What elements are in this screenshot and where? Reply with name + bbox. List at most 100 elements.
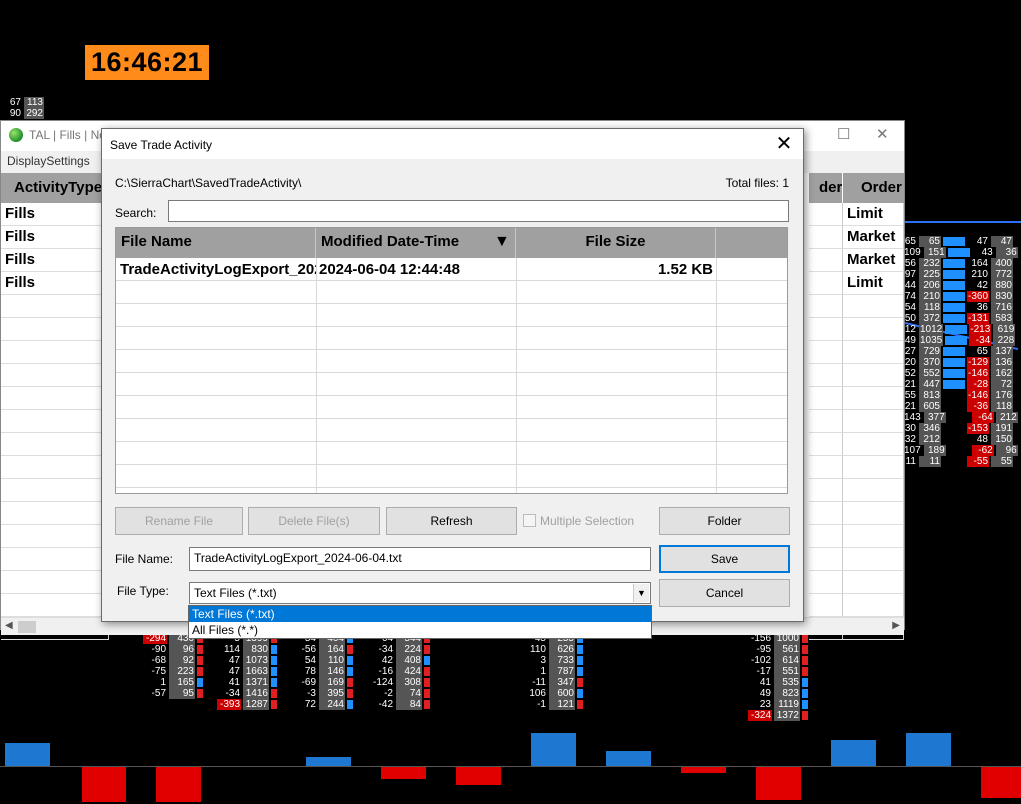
order-id-cell[interactable] (809, 433, 843, 456)
folder-button[interactable]: Folder (659, 507, 790, 535)
close-icon[interactable]: ✕ (771, 132, 797, 156)
order-type-cell[interactable] (843, 571, 904, 594)
order-type-cell[interactable] (843, 456, 904, 479)
column-header-file-size[interactable]: File Size (516, 228, 716, 258)
activity-type-cell[interactable]: Fills (1, 272, 109, 295)
activity-type-cell[interactable] (1, 341, 109, 364)
file-row[interactable] (116, 350, 787, 373)
order-id-cell[interactable] (809, 249, 843, 272)
order-id-cell[interactable] (809, 203, 843, 226)
activity-type-cell[interactable] (1, 387, 109, 410)
dom-row: -124 308 (370, 677, 430, 688)
file-row[interactable] (116, 373, 787, 396)
file-list[interactable]: File Name Modified Date-Time ▼ File Size… (115, 227, 788, 494)
maximize-icon[interactable]: ☐ (837, 125, 850, 143)
activity-type-cell[interactable] (1, 318, 109, 341)
dom-value: -34 (225, 688, 240, 699)
order-type-cell[interactable] (843, 410, 904, 433)
scroll-right-icon[interactable]: ▶ (892, 620, 900, 631)
activity-type-cell[interactable] (1, 594, 109, 617)
order-type-cell[interactable]: Market (843, 249, 904, 272)
cancel-button[interactable]: Cancel (659, 579, 790, 607)
activity-type-cell[interactable] (1, 433, 109, 456)
file-row[interactable] (116, 419, 787, 442)
order-type-cell[interactable]: Market (843, 226, 904, 249)
file-type-option[interactable]: Text Files (*.txt) (189, 606, 651, 622)
order-id-cell[interactable] (809, 226, 843, 249)
multiple-selection-checkbox[interactable] (523, 514, 536, 527)
close-icon[interactable]: ✕ (876, 125, 889, 143)
scroll-left-icon[interactable]: ◀ (5, 620, 13, 631)
file-type-select[interactable]: Text Files (*.txt) ▼ (189, 582, 651, 604)
order-id-cell[interactable] (809, 548, 843, 571)
order-id-cell[interactable] (809, 479, 843, 502)
file-type-option[interactable]: All Files (*.*) (189, 622, 651, 638)
order-type-cell[interactable] (843, 295, 904, 318)
activity-type-cell[interactable]: Fills (1, 203, 109, 226)
activity-type-cell[interactable] (1, 456, 109, 479)
file-row[interactable] (116, 281, 787, 304)
order-id-cell[interactable] (809, 318, 843, 341)
order-type-cell[interactable] (843, 548, 904, 571)
order-id-cell[interactable] (809, 502, 843, 525)
search-input[interactable] (168, 200, 789, 222)
order-id-cell[interactable] (809, 571, 843, 594)
activity-type-cell[interactable]: Fills (1, 249, 109, 272)
rename-file-button[interactable]: Rename File (115, 507, 243, 535)
save-button[interactable]: Save (659, 545, 790, 573)
menu-display-settings[interactable]: DisplaySettings (7, 154, 90, 168)
file-name-cell[interactable]: TradeActivityLogExport_2024-06-04.txt (120, 258, 316, 281)
column-header[interactable]: ActivityType (1, 173, 109, 203)
refresh-button[interactable]: Refresh (386, 507, 517, 535)
order-type-cell[interactable] (843, 387, 904, 410)
activity-type-cell[interactable]: Fills (1, 226, 109, 249)
save-trade-activity-dialog[interactable]: Save Trade Activity ✕ C:\SierraChart\Sav… (101, 128, 804, 622)
order-type-cell[interactable]: Limit (843, 203, 904, 226)
activity-type-cell[interactable] (1, 410, 109, 433)
file-row[interactable] (116, 442, 787, 465)
column-header-modified[interactable]: Modified Date-Time ▼ (316, 228, 516, 258)
order-type-cell[interactable] (843, 341, 904, 364)
column-header[interactable]: derID (809, 173, 843, 203)
file-modified-cell[interactable]: 2024-06-04 12:44:48 (319, 258, 515, 281)
order-id-cell[interactable] (809, 387, 843, 410)
order-type-cell[interactable] (843, 479, 904, 502)
file-row[interactable] (116, 465, 787, 488)
order-type-cell[interactable] (843, 594, 904, 617)
file-row[interactable] (116, 396, 787, 419)
file-size-cell[interactable]: 1.52 KB (516, 258, 713, 281)
activity-type-cell[interactable] (1, 479, 109, 502)
activity-type-cell[interactable] (1, 548, 109, 571)
order-id-cell[interactable] (809, 594, 843, 617)
activity-type-cell[interactable] (1, 295, 109, 318)
order-id-cell[interactable] (809, 295, 843, 318)
scroll-thumb[interactable] (18, 621, 36, 633)
activity-type-cell[interactable] (1, 502, 109, 525)
order-type-cell[interactable]: Limit (843, 272, 904, 295)
order-type-cell[interactable] (843, 433, 904, 456)
file-row[interactable] (116, 304, 787, 327)
file-name-field[interactable]: TradeActivityLogExport_2024-06-04.txt (189, 547, 651, 571)
dom-value: -146 (967, 390, 990, 401)
order-id-cell[interactable] (809, 456, 843, 479)
order-id-cell[interactable] (809, 410, 843, 433)
multiple-selection-label[interactable]: Multiple Selection (540, 514, 634, 528)
chevron-down-icon[interactable]: ▼ (633, 584, 649, 602)
order-type-cell[interactable] (843, 525, 904, 548)
order-id-cell[interactable] (809, 341, 843, 364)
column-header-file-name[interactable]: File Name (116, 228, 316, 258)
order-type-cell[interactable] (843, 318, 904, 341)
activity-type-cell[interactable] (1, 364, 109, 387)
file-type-dropdown-list[interactable]: Text Files (*.txt) All Files (*.*) (188, 605, 652, 639)
dialog-titlebar[interactable]: Save Trade Activity ✕ (102, 129, 803, 159)
column-header[interactable]: Order (843, 173, 904, 203)
activity-type-cell[interactable] (1, 571, 109, 594)
order-type-cell[interactable] (843, 502, 904, 525)
file-row[interactable] (116, 327, 787, 350)
delete-files-button[interactable]: Delete File(s) (248, 507, 380, 535)
order-id-cell[interactable] (809, 272, 843, 295)
order-id-cell[interactable] (809, 525, 843, 548)
activity-type-cell[interactable] (1, 525, 109, 548)
order-type-cell[interactable] (843, 364, 904, 387)
order-id-cell[interactable] (809, 364, 843, 387)
